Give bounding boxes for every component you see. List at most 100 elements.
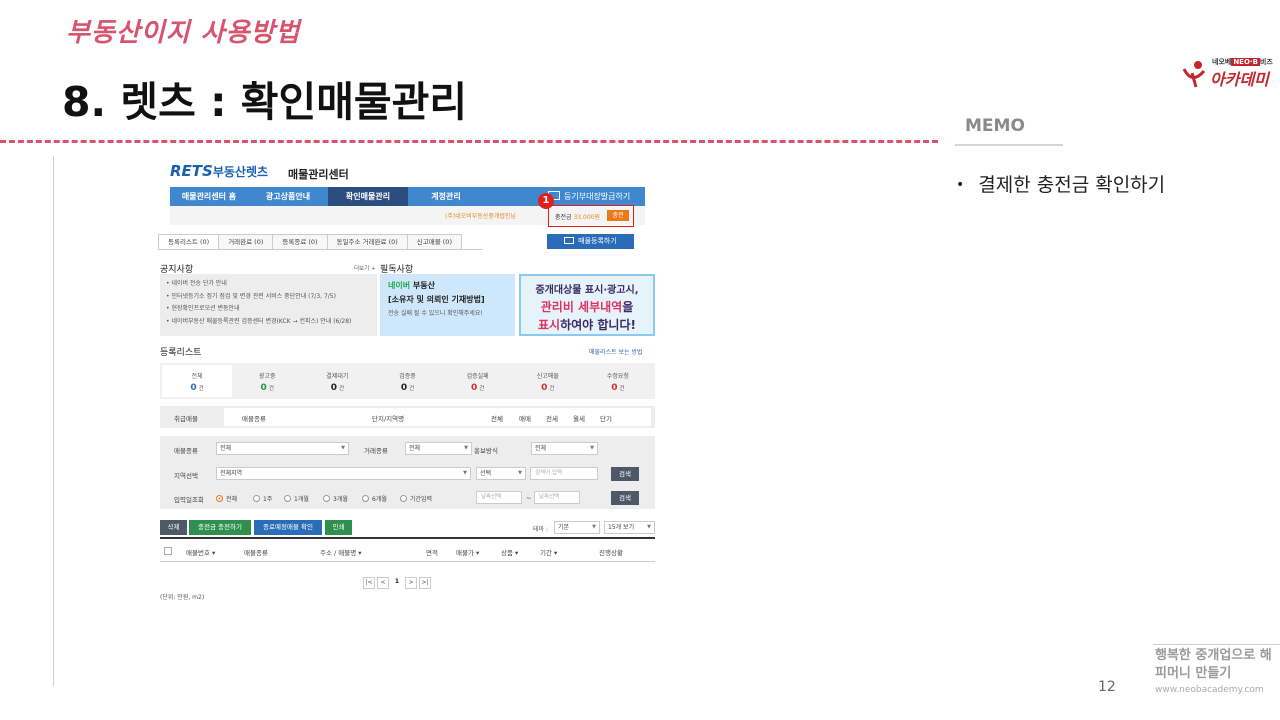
step-badge: 1: [538, 193, 554, 209]
unit-note: (단위: 만원, m2): [160, 594, 205, 601]
charge-top-up-button[interactable]: 충전금 충전하기: [189, 520, 251, 535]
stat-reported[interactable]: 신고매물 0 건: [513, 365, 583, 397]
main-nav: 매물관리센터 홈 광고상품안내 확인매물관리 계정관리 등기부대장발급하기: [170, 187, 645, 206]
stat-verifying[interactable]: 검증중 0 건: [372, 365, 442, 397]
radio-3month[interactable]: 3개월: [323, 494, 348, 503]
list-title: 등록리스트: [160, 348, 202, 358]
delete-button[interactable]: 삭제: [160, 520, 187, 535]
page-number: 12: [1098, 679, 1116, 695]
print-button[interactable]: 인쇄: [325, 520, 352, 535]
academy-logo: 네오베 NEO·B 비즈 아카데미: [1182, 55, 1274, 91]
next-page-button[interactable]: >: [405, 577, 417, 589]
tab-ended[interactable]: 등록종료 (0): [272, 234, 327, 250]
prev-page-button[interactable]: <: [377, 577, 389, 589]
theme-select[interactable]: 기본 ▼: [554, 521, 600, 534]
nav-home[interactable]: 매물관리센터 홈: [170, 187, 248, 206]
col-area: 면적: [426, 549, 438, 557]
pagination: |< < 1 > >|: [363, 577, 431, 589]
slide-subtitle: 부동산이지 사용방법: [66, 18, 301, 48]
stat-payment-pending[interactable]: 결제대기 0 건: [302, 365, 372, 397]
keyword-input[interactable]: 검색어 입력: [530, 467, 598, 480]
memo-underline: [955, 144, 1063, 146]
nav-verified-listings[interactable]: 확인매물관리: [328, 187, 408, 206]
filter-label: 취급매물: [174, 415, 198, 423]
status-summary: 전체 0 건 광고중 0 건 결제대기 0 건 검증중 0 건 검증실패 0 건 신고매물 0 건 수정…: [160, 363, 655, 399]
notice-item[interactable]: • 인터넷등기소 정기 점검 및 변경 관련 서비스 중단안내 (7/3, 7/…: [166, 291, 371, 304]
col-product[interactable]: 상품 ▾: [501, 547, 518, 557]
radio-1week[interactable]: 1주: [253, 494, 272, 503]
tab-reported[interactable]: 신고매물 (0): [406, 234, 462, 250]
end-date-input[interactable]: 날짜선택: [534, 491, 580, 504]
register-listing-button[interactable]: 매물등록하기: [547, 234, 634, 249]
start-date-input[interactable]: 날짜선택: [476, 491, 522, 504]
first-page-button[interactable]: |<: [363, 577, 375, 589]
chevron-down-icon: ▼: [463, 470, 467, 476]
logo-figure-icon: [1182, 61, 1206, 88]
search-filter-panel: 매물종류 전체 ▼ 거래종류 전체 ▼ 홍보방식 전체 ▼ 지역선택 전체지역 ▼ 선택…: [160, 436, 655, 509]
nav-ad-products[interactable]: 광고상품안내: [248, 187, 328, 206]
deal-type-select[interactable]: 전체 ▼: [405, 442, 472, 455]
tab-completed[interactable]: 거래완료 (0): [218, 234, 273, 250]
chevron-down-icon: ▼: [592, 524, 596, 530]
current-page[interactable]: 1: [391, 577, 403, 589]
per-page-select[interactable]: 15개 보기 ▼: [604, 521, 655, 534]
col-price[interactable]: 매물가 ▾: [456, 547, 479, 557]
management-fee-banner[interactable]: 중개대상물 표시·광고시, 관리비 세부내역을 표시하여야 합니다!: [519, 274, 655, 336]
chevron-down-icon: ▼: [464, 445, 468, 451]
agent-name: (주)네오비부동산중개법인님: [445, 213, 516, 220]
rets-logo[interactable]: RETS부동산렛츠: [170, 162, 268, 180]
notice-item[interactable]: • 네이버 전송 단가 안내: [166, 278, 371, 291]
col-listing-no[interactable]: 매물번호 ▾: [186, 547, 215, 557]
naver-brand: 네이버: [388, 281, 411, 290]
notice-item[interactable]: • 현장확인프로모션 변동안내: [166, 303, 371, 316]
radio-6month[interactable]: 6개월: [362, 494, 387, 503]
naver-guide-title: [소유자 및 의뢰인 기재방법]: [388, 295, 485, 304]
region-search-button[interactable]: 검색: [611, 467, 639, 481]
col-period[interactable]: 기간 ▾: [540, 547, 557, 557]
region-sub-select[interactable]: 선택 ▼: [476, 467, 526, 480]
region-select[interactable]: 전체지역 ▼: [216, 467, 471, 480]
logo-big-text: 아카데미: [1210, 70, 1269, 89]
radio-all[interactable]: 전체: [216, 494, 237, 503]
charge-highlight: 충전금 33,000원 충전: [548, 205, 634, 227]
list-guide-link[interactable]: 매물리스트 보는 방법: [589, 347, 643, 356]
nav-registry-issue[interactable]: 등기부대장발급하기: [548, 187, 630, 206]
notice-item[interactable]: • 네이버부동산 매물등록관련 검증센터 변경(KCK → 컨피스) 안내 (6…: [166, 316, 371, 329]
theme-label: 테마 :: [533, 526, 548, 533]
naver-guide-desc: 전송 실패 될 수 있으니 확인해주세요!: [388, 310, 483, 317]
stat-advertising[interactable]: 광고중 0 건: [232, 365, 302, 397]
notice-more-link[interactable]: 더보기 +: [354, 264, 376, 272]
radio-1month[interactable]: 1개월: [284, 494, 309, 503]
col-status: 진행상황: [599, 549, 623, 557]
footer-url: www.neobacademy.com: [1155, 685, 1264, 695]
tab-same-address[interactable]: 동일주소 거래완료 (0): [326, 234, 407, 250]
naver-guide-card[interactable]: 네이버 부동산 [소유자 및 의뢰인 기재방법] 전송 실패 될 수 있으니 확…: [380, 274, 515, 336]
footer-divider: [1153, 644, 1280, 645]
col-listing-type: 매물종류: [244, 549, 268, 557]
handled-listing-header: 매물종류 단지/지역명 전체 매매 전세 월세 단기: [224, 408, 651, 426]
chevron-down-icon: ▼: [590, 445, 594, 451]
nav-account[interactable]: 계정관리: [408, 187, 484, 206]
stat-edit-request[interactable]: 수정요청 0 건: [583, 365, 653, 397]
radio-custom-period[interactable]: 기간입력: [400, 494, 432, 503]
charge-button[interactable]: 충전: [607, 210, 629, 221]
tab-registered[interactable]: 등록리스트 (0): [158, 234, 219, 250]
charge-balance: 충전금 33,000원: [555, 214, 600, 221]
footer-slogan: 행복한 중개업으로 해피머니 만들기: [1155, 648, 1272, 681]
stat-all[interactable]: 전체 0 건: [162, 365, 233, 397]
handled-listing-filter: 취급매물 매물종류 단지/지역명 전체 매매 전세 월세 단기: [160, 406, 655, 428]
select-all-checkbox[interactable]: [164, 547, 172, 555]
stat-verify-failed[interactable]: 검증실패 0 건: [443, 365, 513, 397]
title-divider: [0, 140, 938, 143]
expiring-listings-button[interactable]: 종료예정매물 확인: [254, 520, 322, 535]
last-page-button[interactable]: >|: [419, 577, 431, 589]
left-vertical-rule: [53, 156, 54, 686]
date-search-button[interactable]: 검색: [611, 491, 639, 505]
tabs-underline: [158, 249, 483, 250]
center-title: 매물관리센터: [288, 168, 349, 181]
listing-table-header: 매물번호 ▾ 매물종류 주소 / 매물명 ▾ 면적 매물가 ▾ 상품 ▾ 기간 …: [160, 537, 655, 562]
col-address[interactable]: 주소 / 매물명 ▾: [320, 547, 362, 557]
listing-tabs: 등록리스트 (0) 거래완료 (0) 등록종료 (0) 동일주소 거래완료 (0…: [158, 234, 462, 250]
listing-type-select[interactable]: 전체 ▼: [216, 442, 349, 455]
promo-type-select[interactable]: 전체 ▼: [531, 442, 598, 455]
